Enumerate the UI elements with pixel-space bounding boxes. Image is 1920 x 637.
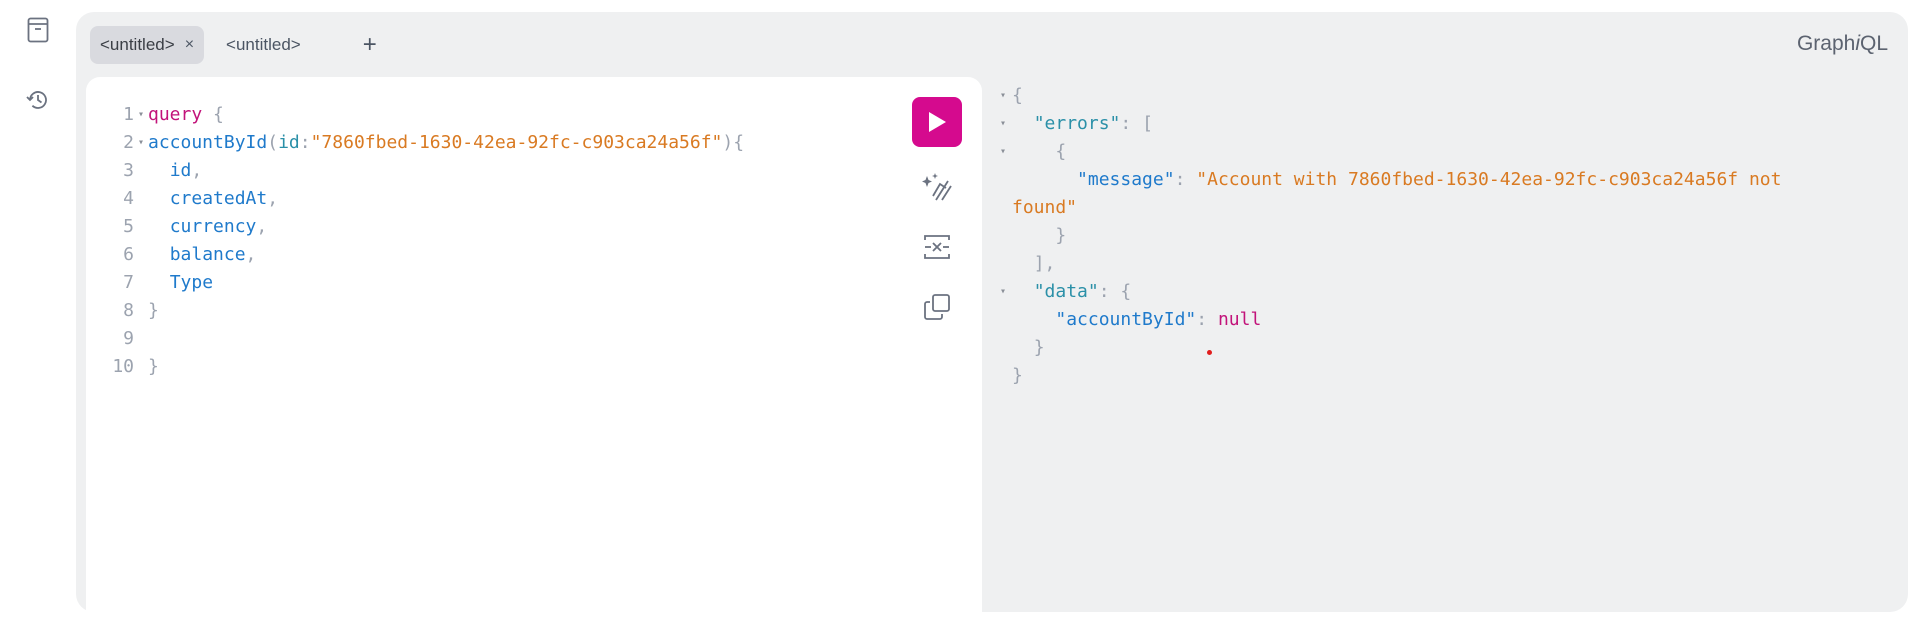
- code-line: 2 ▾ accountById(id: "7860fbed-1630-42ea-92f…: [106, 129, 744, 157]
- code-line: 4 createdAt,: [123, 188, 279, 209]
- cursor-dot: [1207, 350, 1212, 355]
- code-line: 7 Type: [123, 272, 214, 293]
- response-line: found": [1012, 197, 1078, 218]
- graphiql-logo: GraphiQL: [1796, 32, 1888, 55]
- tab-bar: <untitled> × <untitled> +: [90, 26, 387, 64]
- fold-icon[interactable]: ▾: [996, 138, 1010, 166]
- tab-label: <untitled>: [100, 35, 175, 54]
- close-icon[interactable]: ×: [185, 36, 194, 54]
- copy-icon: [924, 294, 950, 320]
- merge-fragments-button[interactable]: [917, 227, 957, 267]
- merge-fragments-icon: [924, 235, 950, 259]
- response-line: "accountById": null: [1055, 309, 1262, 330]
- fold-icon[interactable]: ▾: [996, 110, 1010, 138]
- response-viewer: ▾{ ▾ "errors": [ ▾ { "message": "Account…: [996, 82, 1896, 602]
- sidebar: [0, 0, 76, 593]
- copy-query-button[interactable]: [917, 287, 957, 327]
- prettify-button[interactable]: [917, 167, 957, 207]
- response-line: ▾{: [996, 82, 1896, 110]
- play-icon: [929, 112, 946, 132]
- response-line: }: [1012, 365, 1023, 386]
- response-line: ],: [1033, 253, 1056, 274]
- query-editor[interactable]: 1 ▾ query { 2 ▾ accountById(id: "7860fbed-163…: [86, 77, 982, 637]
- fold-icon[interactable]: ▾: [134, 101, 148, 129]
- code-line: 3 id,: [123, 160, 203, 181]
- tab-untitled-active[interactable]: <untitled> ×: [90, 26, 205, 64]
- code-line: 1 ▾ query {: [106, 101, 744, 129]
- response-line: ▾ "data": {: [996, 278, 1896, 306]
- tab-label: <untitled>: [226, 35, 301, 54]
- query-code[interactable]: 1 ▾ query { 2 ▾ accountById(id: "7860fbed-163…: [106, 101, 744, 381]
- code-line: 10}: [112, 356, 159, 377]
- history-icon[interactable]: [22, 84, 54, 116]
- docs-icon[interactable]: [22, 14, 54, 46]
- code-line: 9: [123, 328, 134, 349]
- response-line: }: [1033, 337, 1045, 358]
- editor-toolbar: [912, 97, 962, 327]
- prettify-icon: [922, 173, 952, 201]
- response-line: }: [1055, 225, 1067, 246]
- code-line: 8}: [123, 300, 159, 321]
- graphiql-container: <untitled> × <untitled> + GraphiQL 1 ▾ que…: [76, 12, 1908, 637]
- code-line: 6 balance,: [123, 244, 257, 265]
- fold-icon[interactable]: ▾: [134, 129, 148, 157]
- run-query-button[interactable]: [912, 97, 962, 147]
- tab-untitled[interactable]: <untitled>: [216, 26, 311, 64]
- fold-icon[interactable]: ▾: [996, 278, 1010, 306]
- add-tab-button[interactable]: +: [353, 28, 387, 62]
- response-line: ▾ "errors": [: [996, 110, 1896, 138]
- response-line: "message": "Account with 7860fbed-1630-4…: [1077, 169, 1782, 190]
- response-line: ▾ {: [996, 138, 1896, 166]
- fold-icon[interactable]: ▾: [996, 82, 1010, 110]
- code-line: 5 currency,: [123, 216, 268, 237]
